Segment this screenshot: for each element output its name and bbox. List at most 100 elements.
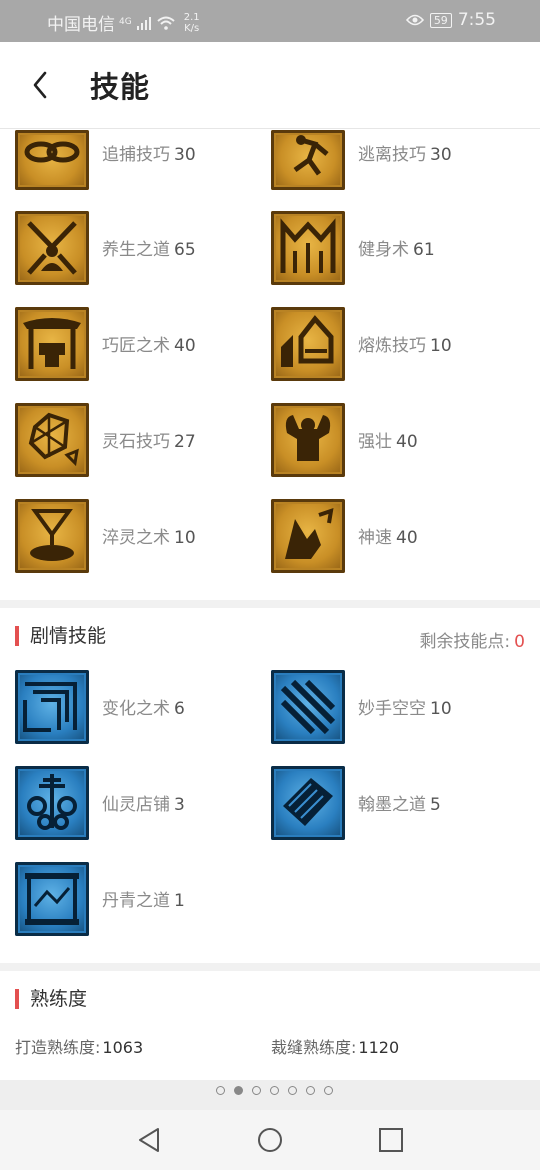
skill-item[interactable]: 健身术 61 bbox=[271, 211, 521, 287]
nav-recents-button[interactable] bbox=[377, 1126, 405, 1154]
page-dot[interactable] bbox=[306, 1086, 315, 1095]
skill-name: 养生之道 bbox=[102, 240, 170, 260]
skill-name: 变化之术 bbox=[102, 699, 170, 719]
furnace-icon bbox=[271, 307, 345, 381]
carrier-label: 中国电信 bbox=[47, 15, 115, 35]
nav-home-button[interactable] bbox=[256, 1126, 284, 1154]
square-recents-icon bbox=[379, 1128, 403, 1152]
skill-item[interactable]: 熔炼技巧 10 bbox=[271, 307, 521, 383]
back-button[interactable] bbox=[26, 68, 56, 102]
forge-proficiency-label: 打造熟练度: bbox=[15, 1038, 101, 1057]
forge-proficiency: 打造熟练度: 1063 bbox=[15, 1034, 143, 1058]
skill-item[interactable]: 丹青之道 1 bbox=[15, 862, 265, 938]
page-dot[interactable] bbox=[270, 1086, 279, 1095]
page-dot[interactable] bbox=[324, 1086, 333, 1095]
proficiency-title: 熟练度 bbox=[15, 989, 87, 1009]
skill-level: 65 bbox=[174, 240, 196, 260]
story-skills-title: 剧情技能 bbox=[15, 626, 106, 646]
arches-icon bbox=[271, 211, 345, 285]
gem-icon bbox=[15, 403, 89, 477]
status-bar: 中国电信 4G 2.1 K/s 59 7:55 bbox=[0, 0, 540, 42]
page-dot[interactable] bbox=[252, 1086, 261, 1095]
skill-item[interactable]: 巧匠之术 40 bbox=[15, 307, 265, 383]
skill-level: 10 bbox=[430, 336, 452, 356]
skill-item[interactable]: 变化之术 6 bbox=[15, 670, 265, 746]
page-dot[interactable] bbox=[216, 1086, 225, 1095]
section-divider bbox=[0, 963, 540, 971]
skill-name: 健身术 bbox=[358, 240, 409, 260]
skill-level: 30 bbox=[430, 145, 452, 165]
remaining-points-label: 剩余技能点: bbox=[419, 632, 511, 652]
skill-level: 40 bbox=[396, 432, 418, 452]
tailor-proficiency-value: 1120 bbox=[358, 1038, 400, 1057]
forge-proficiency-value: 1063 bbox=[102, 1038, 144, 1057]
wifi-icon bbox=[157, 16, 175, 30]
system-nav-bar bbox=[0, 1110, 540, 1170]
skill-name: 追捕技巧 bbox=[102, 145, 170, 165]
skill-item[interactable]: 灵石技巧 27 bbox=[15, 403, 265, 479]
anvil-gate-icon bbox=[15, 307, 89, 381]
skill-item[interactable]: 神速 40 bbox=[271, 499, 521, 575]
skill-name: 巧匠之术 bbox=[102, 336, 170, 356]
skill-level: 61 bbox=[413, 240, 435, 260]
skill-level: 5 bbox=[430, 795, 441, 815]
shop-lantern-icon bbox=[15, 766, 89, 840]
skill-name: 仙灵店铺 bbox=[102, 795, 170, 815]
skill-name: 熔炼技巧 bbox=[358, 336, 426, 356]
binding-icon bbox=[15, 130, 89, 190]
skill-item[interactable]: 逃离技巧 30 bbox=[271, 130, 521, 206]
skill-level: 6 bbox=[174, 699, 185, 719]
maze-icon bbox=[15, 670, 89, 744]
triangle-back-icon bbox=[139, 1128, 159, 1152]
skill-name: 强壮 bbox=[358, 432, 392, 452]
wind-runner-icon bbox=[271, 499, 345, 573]
skill-level: 40 bbox=[174, 336, 196, 356]
skill-level: 1 bbox=[174, 891, 185, 911]
skill-level: 10 bbox=[430, 699, 452, 719]
eye-icon bbox=[405, 14, 424, 26]
section-divider bbox=[0, 600, 540, 608]
battery-icon: 59 bbox=[429, 12, 452, 28]
skill-item[interactable]: 养生之道 65 bbox=[15, 211, 265, 287]
skill-name: 神速 bbox=[358, 528, 392, 548]
remaining-points-value: 0 bbox=[514, 632, 525, 652]
page-dot[interactable] bbox=[288, 1086, 297, 1095]
skill-item[interactable]: 翰墨之道 5 bbox=[271, 766, 521, 842]
skill-name: 丹青之道 bbox=[102, 891, 170, 911]
chevron-left-icon bbox=[33, 71, 47, 99]
skill-level: 30 bbox=[174, 145, 196, 165]
network-speed: 2.1 K/s bbox=[183, 11, 200, 34]
tailor-proficiency-label: 裁缝熟练度: bbox=[271, 1038, 357, 1057]
book-icon bbox=[271, 766, 345, 840]
tailor-proficiency: 裁缝熟练度: 1120 bbox=[271, 1034, 399, 1058]
running-man-icon bbox=[271, 130, 345, 190]
clock: 7:55 bbox=[457, 10, 496, 30]
page-dot-active[interactable] bbox=[234, 1086, 243, 1095]
skill-name: 淬灵之术 bbox=[102, 528, 170, 548]
remaining-points: 剩余技能点: 0 bbox=[419, 627, 525, 652]
nav-back-button[interactable] bbox=[136, 1126, 164, 1154]
skill-item[interactable]: 淬灵之术 10 bbox=[15, 499, 265, 575]
skill-item[interactable]: 妙手空空 10 bbox=[271, 670, 521, 746]
app-header: 技能 bbox=[0, 42, 540, 129]
skill-name: 逃离技巧 bbox=[358, 145, 426, 165]
skill-level: 27 bbox=[174, 432, 196, 452]
skill-level: 10 bbox=[174, 528, 196, 548]
claw-slash-icon bbox=[271, 670, 345, 744]
skill-item[interactable]: 追捕技巧 30 bbox=[15, 130, 265, 206]
skill-level: 3 bbox=[174, 795, 185, 815]
skill-name: 妙手空空 bbox=[358, 699, 426, 719]
skill-level: 40 bbox=[396, 528, 418, 548]
skill-item[interactable]: 仙灵店铺 3 bbox=[15, 766, 265, 842]
meditation-icon bbox=[15, 211, 89, 285]
scroll-painting-icon bbox=[15, 862, 89, 936]
cauldron-icon bbox=[15, 499, 89, 573]
strongman-icon bbox=[271, 403, 345, 477]
skill-name: 翰墨之道 bbox=[358, 795, 426, 815]
circle-home-icon bbox=[258, 1128, 282, 1152]
network-type: 4G bbox=[119, 17, 132, 27]
page-indicator bbox=[0, 1080, 540, 1110]
skill-name: 灵石技巧 bbox=[102, 432, 170, 452]
page-title: 技能 bbox=[90, 70, 151, 104]
skill-item[interactable]: 强壮 40 bbox=[271, 403, 521, 479]
